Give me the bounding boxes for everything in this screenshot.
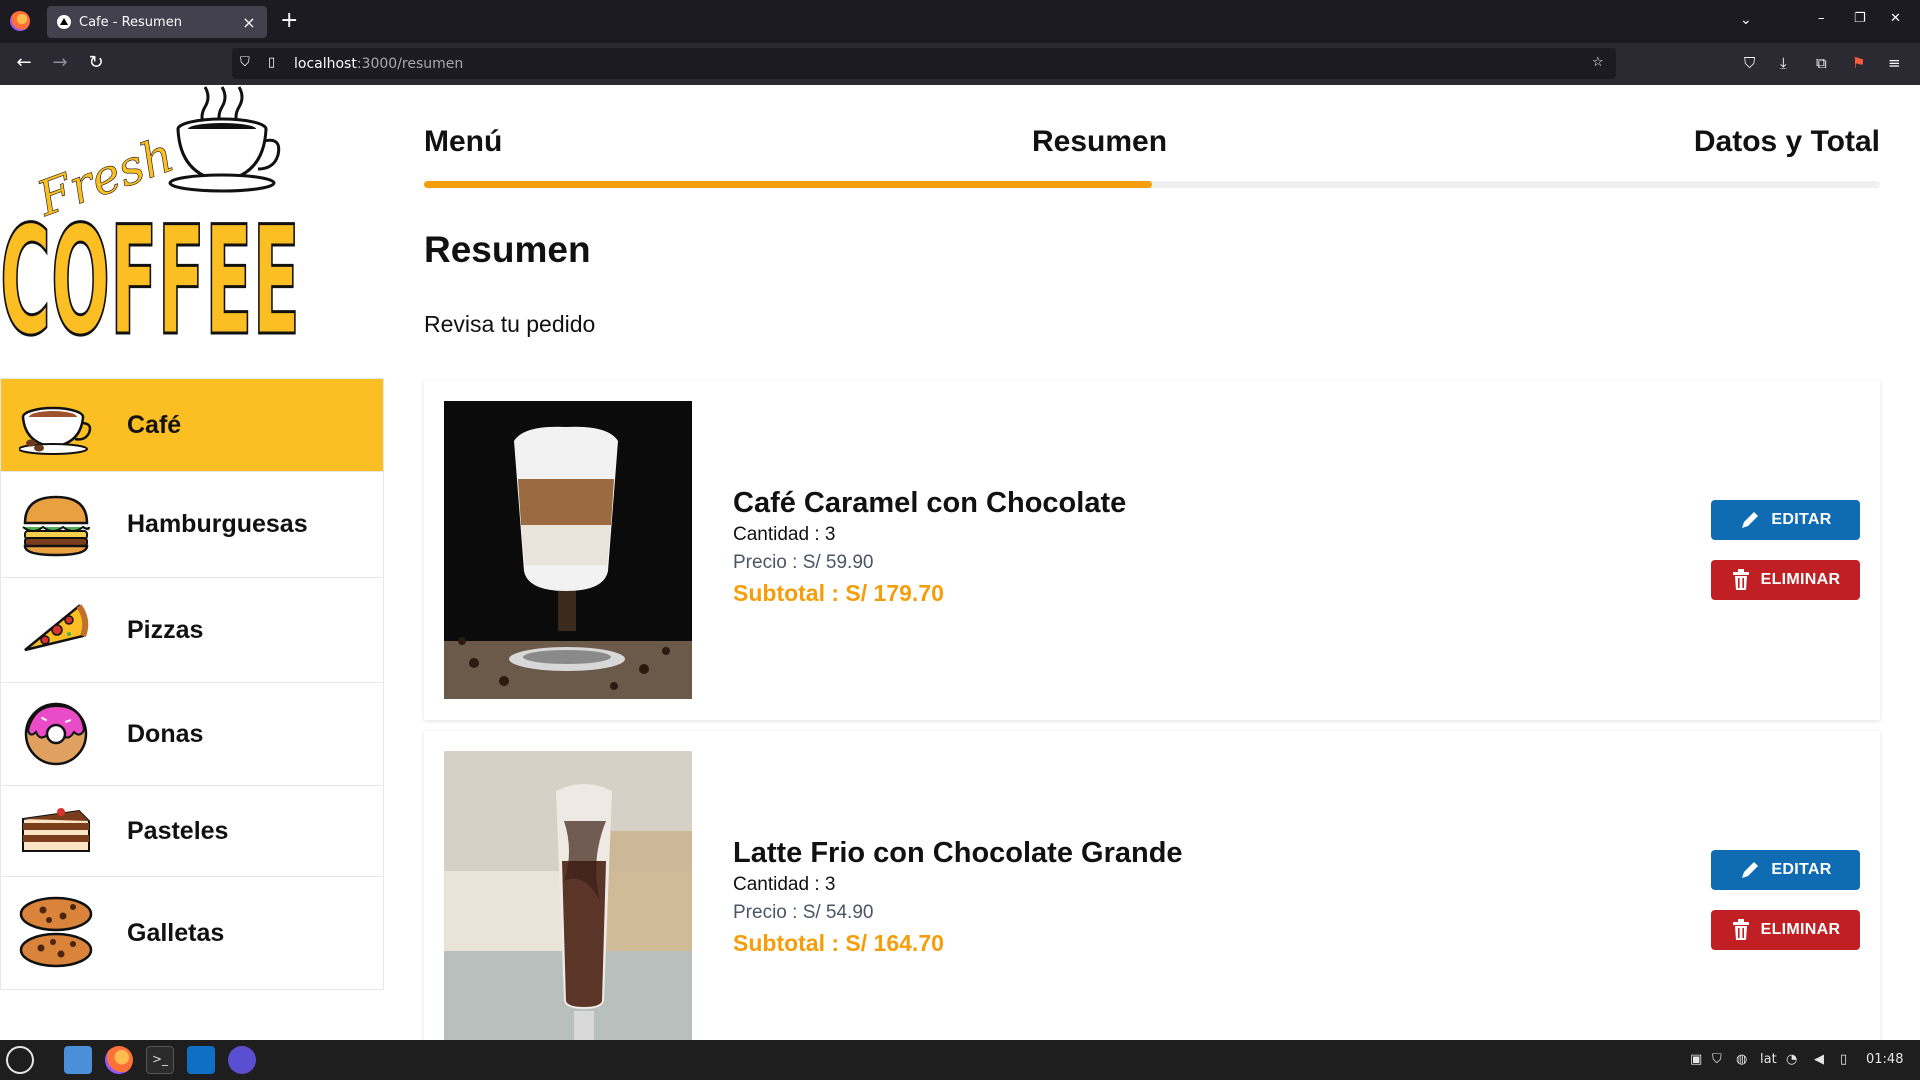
step-menu[interactable]: Menú xyxy=(424,125,502,159)
category-label: Café xyxy=(127,410,182,439)
browser-tabbar: Cafe - Resumen × + ⌄ – ❐ ✕ xyxy=(0,0,1920,43)
list-all-tabs-icon[interactable]: ⌄ xyxy=(1740,12,1752,28)
page-subtitle: Revisa tu pedido xyxy=(424,311,596,337)
trash-icon xyxy=(1732,569,1749,590)
product-subtotal: Subtotal : S/ 179.70 xyxy=(733,580,944,606)
category-label: Pasteles xyxy=(127,816,229,845)
app-icon[interactable] xyxy=(228,1046,256,1074)
category-cafe[interactable]: Café xyxy=(0,378,384,472)
edit-label: EDITAR xyxy=(1771,511,1832,528)
category-label: Pizzas xyxy=(127,615,204,644)
product-subtotal: Subtotal : S/ 164.70 xyxy=(733,930,944,956)
progress-fill xyxy=(424,181,1152,188)
cpu-icon[interactable]: ◍ xyxy=(1736,1052,1747,1067)
delete-button[interactable]: ELIMINAR xyxy=(1711,910,1860,950)
back-icon[interactable]: ← xyxy=(12,52,36,73)
step-datos-total[interactable]: Datos y Total xyxy=(1694,125,1880,159)
close-window-icon[interactable]: ✕ xyxy=(1890,11,1901,26)
category-sidebar: Café Hamburguesas Pizzas Donas Pasteles … xyxy=(0,378,384,990)
files-icon[interactable] xyxy=(64,1046,92,1074)
category-hamburguesas[interactable]: Hamburguesas xyxy=(0,472,384,578)
os-taskbar: >_ ▣ ⛉ ◍ lat ◔ ◀ ▯ 01:48 xyxy=(0,1040,1920,1080)
product-image xyxy=(444,751,692,1040)
pocket-icon[interactable]: ⛉ xyxy=(1744,54,1755,72)
terminal-icon[interactable]: >_ xyxy=(146,1046,174,1074)
url-bar[interactable]: ⛉ ▯ localhost:3000/resumen ☆ xyxy=(232,48,1616,79)
delete-button[interactable]: ELIMINAR xyxy=(1711,560,1860,600)
shield-tray-icon[interactable]: ⛉ xyxy=(1712,1052,1722,1067)
product-quantity: Cantidad : 3 xyxy=(733,874,836,895)
edit-button[interactable]: EDITAR xyxy=(1711,850,1860,890)
app-menu-icon[interactable]: ≡ xyxy=(1888,54,1901,72)
burger-icon xyxy=(19,493,93,557)
volume-icon[interactable]: ◀ xyxy=(1814,1052,1824,1067)
browser-navbar: ← → ↻ ⛉ ▯ localhost:3000/resumen ☆ ⛉ ⤓ ⧉… xyxy=(0,43,1920,85)
progress-bar xyxy=(424,181,1880,188)
tab-title: Cafe - Resumen xyxy=(79,14,182,30)
minimize-icon[interactable]: – xyxy=(1818,11,1825,26)
category-label: Hamburguesas xyxy=(127,510,308,538)
edit-button[interactable]: EDITAR xyxy=(1711,500,1860,540)
browser-tab[interactable]: Cafe - Resumen × xyxy=(47,6,267,38)
cake-icon xyxy=(19,799,93,863)
delete-label: ELIMINAR xyxy=(1760,921,1841,938)
new-tab-icon[interactable]: + xyxy=(280,9,298,33)
firefox-menu-icon[interactable] xyxy=(10,11,30,31)
extensions-icon[interactable]: ⧉ xyxy=(1816,54,1827,72)
category-label: Donas xyxy=(127,719,204,748)
tab-favicon-icon xyxy=(57,15,71,29)
clock[interactable]: 01:48 xyxy=(1866,1052,1903,1067)
pencil-icon xyxy=(1742,862,1759,878)
battery-icon[interactable]: ▯ xyxy=(1840,1052,1847,1067)
steps-nav: Menú Resumen Datos y Total xyxy=(424,85,1880,195)
product-price: Precio : S/ 59.90 xyxy=(733,552,874,573)
product-quantity: Cantidad : 3 xyxy=(733,524,836,545)
bookmark-star-icon[interactable]: ☆ xyxy=(1592,55,1604,70)
product-name: Café Caramel con Chocolate xyxy=(733,487,1127,519)
logo: Fresh COFFEE xyxy=(0,85,302,371)
product-name: Latte Frio con Chocolate Grande xyxy=(733,837,1183,869)
tab-close-icon[interactable]: × xyxy=(241,13,257,32)
svg-text:COFFEE: COFFEE xyxy=(0,195,300,340)
trash-icon xyxy=(1732,919,1749,940)
main-content: Menú Resumen Datos y Total Resumen Revis… xyxy=(424,85,1880,1040)
order-info: Latte Frio con Chocolate Grande Cantidad… xyxy=(733,837,1183,957)
category-pasteles[interactable]: Pasteles xyxy=(0,786,384,877)
coffee-cup-icon xyxy=(19,393,93,457)
category-donas[interactable]: Donas xyxy=(0,683,384,786)
pizza-icon xyxy=(19,598,93,662)
keyboard-layout[interactable]: lat xyxy=(1760,1052,1777,1067)
restore-icon[interactable]: ❐ xyxy=(1854,11,1866,26)
downloads-icon[interactable]: ⤓ xyxy=(1780,54,1787,72)
product-image xyxy=(444,401,692,699)
wifi-icon[interactable]: ◔ xyxy=(1786,1052,1797,1067)
url-text[interactable]: localhost:3000/resumen xyxy=(294,56,463,72)
page: Fresh COFFEE Café Hamburguesas Pizzas Do… xyxy=(0,85,1920,1040)
reload-icon[interactable]: ↻ xyxy=(84,52,108,73)
edit-label: EDITAR xyxy=(1771,861,1832,878)
vscode-icon[interactable] xyxy=(187,1046,215,1074)
clipboard-icon[interactable]: ▣ xyxy=(1690,1052,1702,1067)
order-card: Café Caramel con Chocolate Cantidad : 3 … xyxy=(424,381,1880,720)
step-resumen[interactable]: Resumen xyxy=(1032,125,1167,159)
mint-menu-icon[interactable] xyxy=(6,1046,34,1074)
delete-label: ELIMINAR xyxy=(1760,571,1841,588)
order-info: Café Caramel con Chocolate Cantidad : 3 … xyxy=(733,487,1126,607)
order-card: Latte Frio con Chocolate Grande Cantidad… xyxy=(424,731,1880,1040)
page-title: Resumen xyxy=(424,229,591,270)
account-icon[interactable]: ⚑ xyxy=(1852,54,1865,72)
shield-icon[interactable]: ⛉ xyxy=(240,55,250,70)
pencil-icon xyxy=(1742,512,1759,528)
forward-icon[interactable]: → xyxy=(48,52,72,73)
firefox-icon[interactable] xyxy=(105,1046,133,1074)
category-galletas[interactable]: Galletas xyxy=(0,877,384,990)
page-info-icon[interactable]: ▯ xyxy=(268,55,275,70)
donut-icon xyxy=(19,702,93,766)
category-pizzas[interactable]: Pizzas xyxy=(0,578,384,683)
cookie-icon xyxy=(19,896,93,968)
category-label: Galletas xyxy=(127,918,225,947)
product-price: Precio : S/ 54.90 xyxy=(733,902,874,923)
